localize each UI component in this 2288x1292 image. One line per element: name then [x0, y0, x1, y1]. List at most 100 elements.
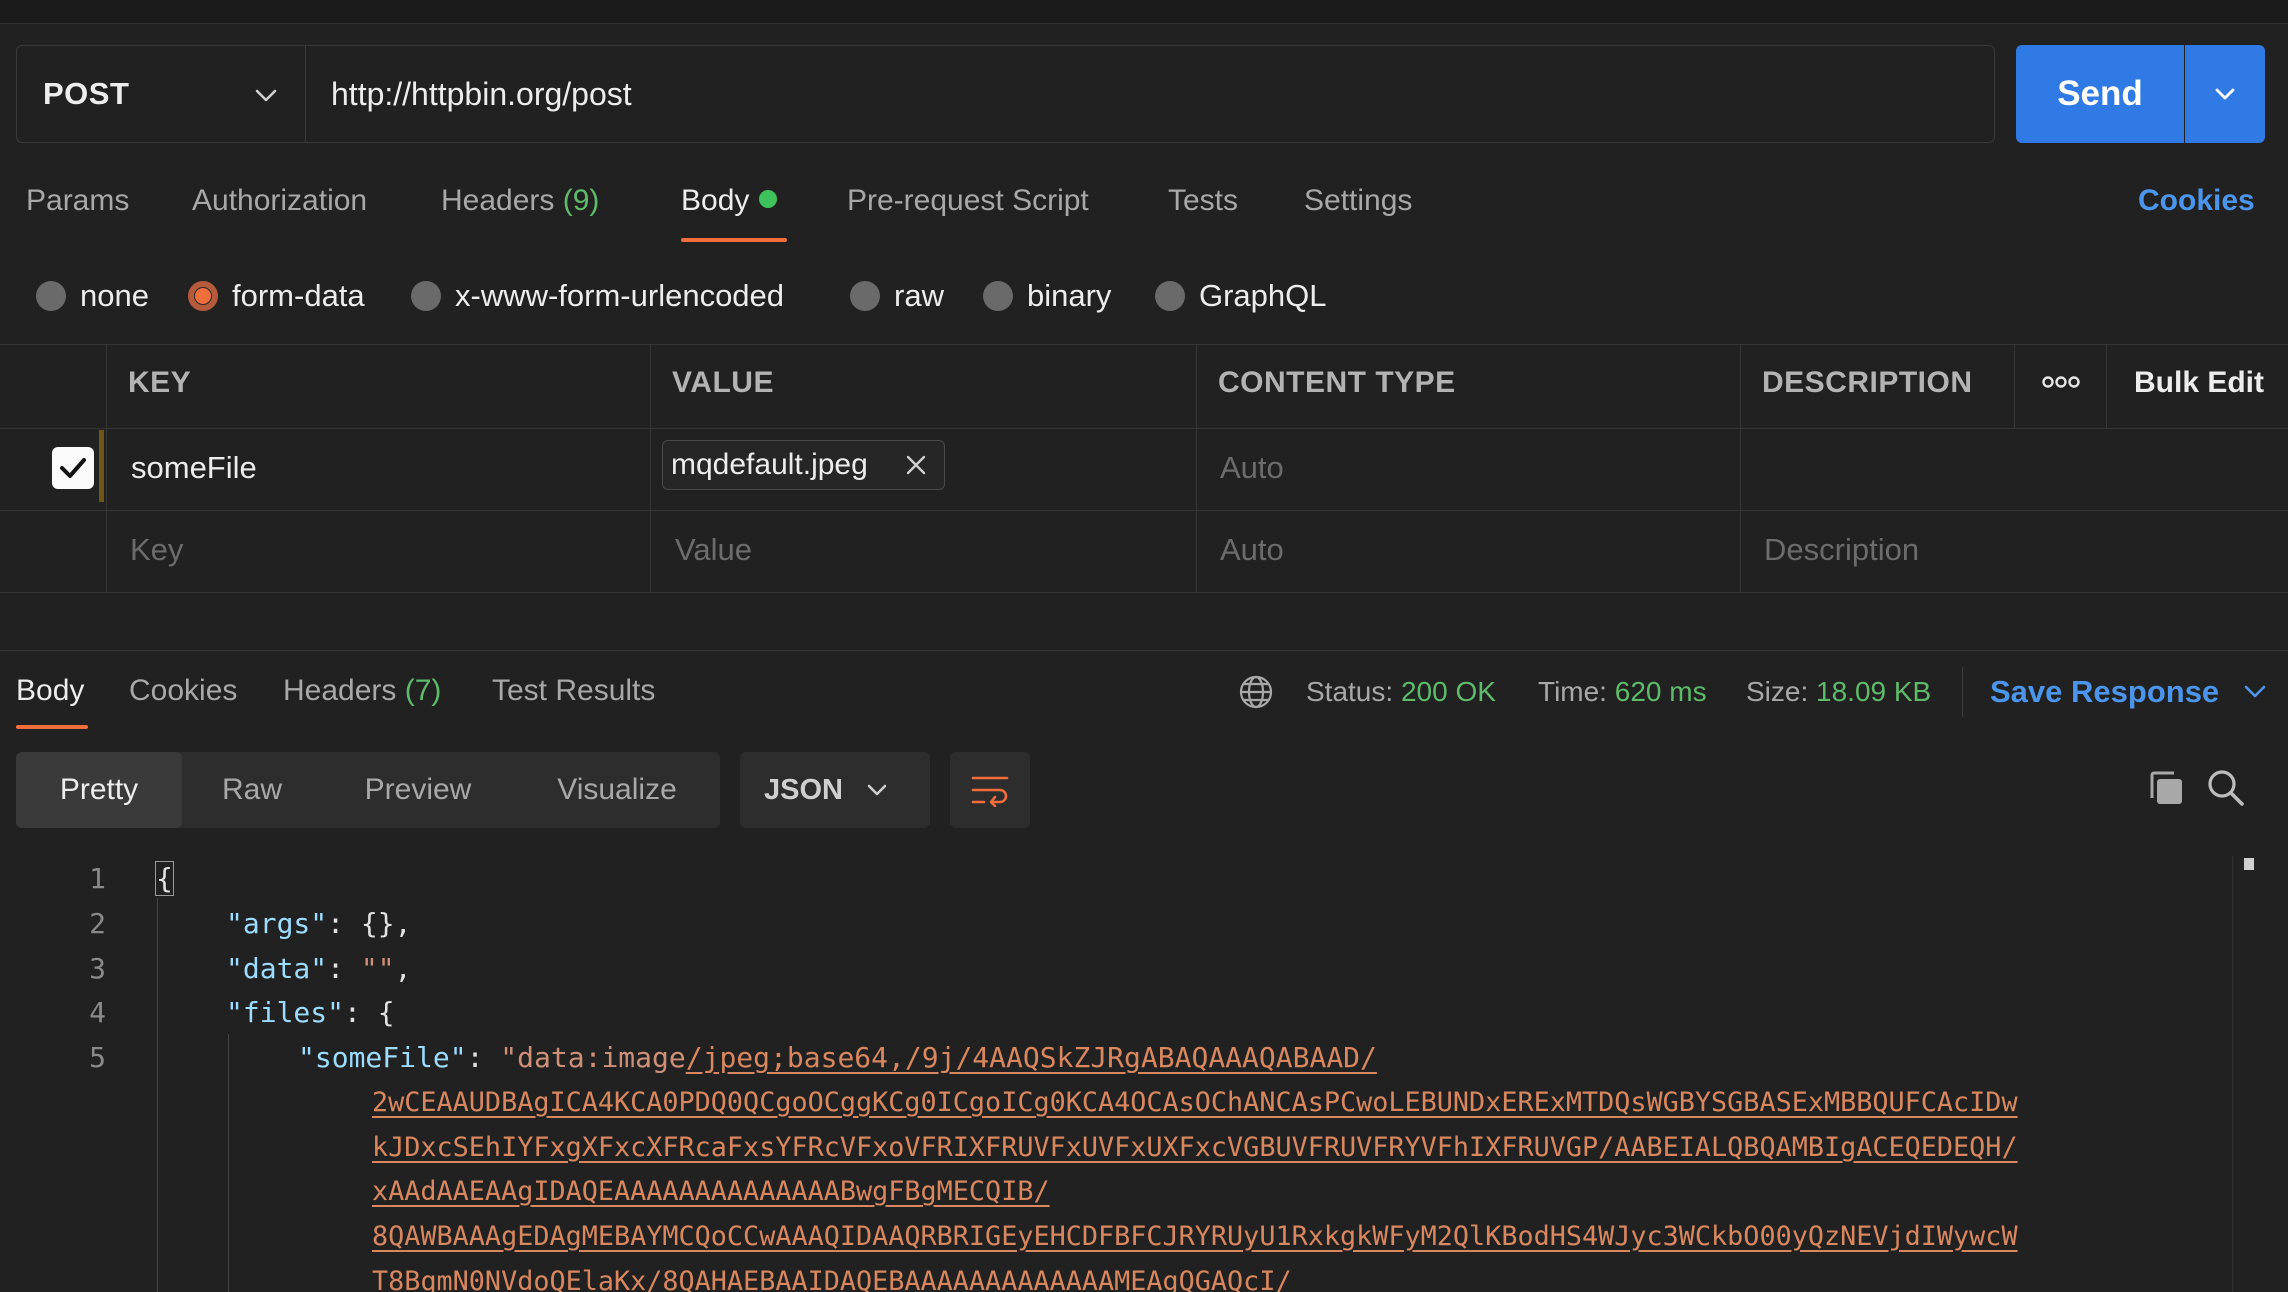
column-header-value: VALUE [672, 366, 774, 399]
size-value: 18.09 KB [1816, 676, 1932, 707]
content-type-input[interactable]: Auto [1220, 450, 1284, 486]
bulk-edit-button[interactable]: Bulk Edit [2134, 366, 2264, 400]
resp-tab-cookies[interactable]: Cookies [129, 674, 237, 708]
time-value: 620 ms [1614, 676, 1707, 707]
active-tab-indicator [16, 725, 88, 729]
table-border [106, 344, 107, 592]
url-input[interactable]: http://httpbin.org/post [305, 45, 1995, 143]
radio-dot [1155, 281, 1185, 311]
vertical-scrollbar[interactable] [2232, 856, 2256, 1292]
line-number: 4 [89, 996, 106, 1029]
radio-none[interactable]: none [36, 276, 149, 316]
radio-label: form-data [232, 278, 365, 313]
close-icon[interactable] [904, 453, 928, 477]
resp-tab-headers[interactable]: Headers (7) [283, 674, 441, 708]
radio-graphql[interactable]: GraphQL [1155, 276, 1327, 316]
radio-x-www-form-urlencoded[interactable]: x-www-form-urlencoded [411, 276, 784, 316]
tab-label: Body [681, 184, 750, 217]
radio-label: x-www-form-urlencoded [455, 278, 785, 313]
headers-count: (9) [562, 184, 600, 217]
radio-form-data[interactable]: form-data [188, 276, 365, 316]
send-button[interactable]: Send [2016, 45, 2184, 143]
resp-tab-body[interactable]: Body [16, 674, 84, 708]
divider [1962, 667, 1963, 717]
json-punct: : [466, 1041, 501, 1074]
code-wrapped-line[interactable]: xAAdAAEAAgIDAQEAAAAAAAAAAAAAABwgFBgMECQI… [372, 1176, 1050, 1207]
time-label: Time: [1538, 676, 1607, 707]
tab-headers[interactable]: Headers (9) [441, 184, 599, 218]
description-input[interactable]: Description [1764, 532, 1919, 568]
tab-label: Authorization [192, 184, 368, 217]
tab-label: Headers [441, 184, 555, 217]
view-visualize-button[interactable]: Visualize [530, 752, 704, 828]
tab-pre-request-script[interactable]: Pre-request Script [847, 184, 1089, 218]
chevron-down-icon [255, 89, 277, 102]
response-status[interactable]: Status: 200 OK [1306, 676, 1496, 708]
json-string: "" [360, 952, 395, 985]
more-options-icon[interactable] [2042, 372, 2080, 397]
radio-raw[interactable]: raw [850, 276, 944, 316]
tab-body[interactable]: Body [681, 184, 778, 218]
code-line-3: "data": "", [226, 952, 411, 985]
table-border [0, 592, 2288, 593]
content-type-input[interactable]: Auto [1220, 532, 1284, 568]
format-select[interactable]: JSON [740, 752, 930, 828]
code-wrapped-line[interactable]: 2wCEAAUDBAgICA4KCA0PDQ0QCgoOCggKCg0ICgoI… [372, 1087, 2018, 1118]
format-value: JSON [764, 773, 843, 806]
table-border [0, 428, 2288, 429]
row-enabled-checkbox[interactable] [52, 447, 94, 489]
code-wrapped-line[interactable]: T8BqmN0NVdoQElaKx/8QAHAEBAAIDAQEBAAAAAAA… [372, 1266, 1292, 1292]
response-size[interactable]: Size: 18.09 KB [1746, 676, 1931, 708]
tab-settings[interactable]: Settings [1304, 184, 1412, 218]
row-modified-marker [99, 430, 104, 502]
code-line-2: "args": {}, [226, 907, 411, 940]
save-response-label: Save Response [1990, 674, 2220, 709]
table-border [2014, 344, 2015, 428]
method-select[interactable]: POST [16, 45, 306, 143]
cookies-link[interactable]: Cookies [2138, 184, 2255, 218]
radio-dot [411, 281, 441, 311]
indent-guide [157, 898, 158, 1292]
view-pretty-button[interactable]: Pretty [16, 752, 182, 828]
view-preview-button[interactable]: Preview [340, 752, 496, 828]
chevron-down-icon [2215, 88, 2235, 100]
globe-icon[interactable] [1238, 674, 1274, 715]
code-wrapped-line[interactable]: 8QAWBAAAgEDAgMEBAYMCQoCCwAAAQIDAAQRBRIGE… [372, 1221, 2018, 1252]
value-input[interactable]: Value [675, 532, 752, 568]
json-punct: : { [344, 996, 395, 1029]
tab-label: Tests [1168, 184, 1239, 217]
search-icon[interactable] [2206, 768, 2246, 813]
json-key: "args" [226, 907, 328, 940]
column-header-key: KEY [128, 366, 192, 399]
json-key: "files" [226, 996, 345, 1029]
radio-dot [983, 281, 1013, 311]
code-line-5: "someFile": "data:image/jpeg;base64,/9j/… [298, 1041, 1377, 1074]
table-border [1740, 344, 1741, 592]
tab-label: Params [26, 184, 130, 217]
response-time[interactable]: Time: 620 ms [1538, 676, 1707, 708]
table-border [1196, 344, 1197, 592]
tab-tests[interactable]: Tests [1168, 184, 1238, 218]
tab-params[interactable]: Params [26, 184, 129, 218]
radio-binary[interactable]: binary [983, 276, 1111, 316]
view-raw-button[interactable]: Raw [190, 752, 314, 828]
row-key[interactable]: someFile [131, 450, 257, 486]
code-wrapped-line[interactable]: kJDxcSEhIYFxgXFxcXFRcaFxsYFRcVFxoVFRIXFR… [372, 1132, 2018, 1163]
wrap-lines-button[interactable] [950, 752, 1030, 828]
json-punct: : [327, 952, 361, 985]
pane-divider[interactable] [0, 650, 2288, 651]
code-line-1: { [155, 861, 174, 896]
radio-dot [36, 281, 66, 311]
json-key: "data" [226, 952, 328, 985]
key-input[interactable]: Key [130, 532, 183, 568]
radio-label: raw [894, 278, 944, 313]
copy-icon[interactable] [2146, 768, 2186, 813]
send-options-button[interactable] [2185, 45, 2265, 143]
tab-label: Headers [283, 674, 397, 707]
scrollbar-thumb[interactable] [2244, 858, 2254, 870]
active-tab-indicator [681, 238, 787, 242]
resp-tab-test-results[interactable]: Test Results [492, 674, 655, 708]
tab-authorization[interactable]: Authorization [192, 184, 367, 218]
json-string-link[interactable]: /jpeg;base64,/9j/4AAQSkZJRgABAQAAAQABAAD… [686, 1041, 1377, 1074]
save-response-button[interactable]: Save Response [1990, 674, 2268, 710]
